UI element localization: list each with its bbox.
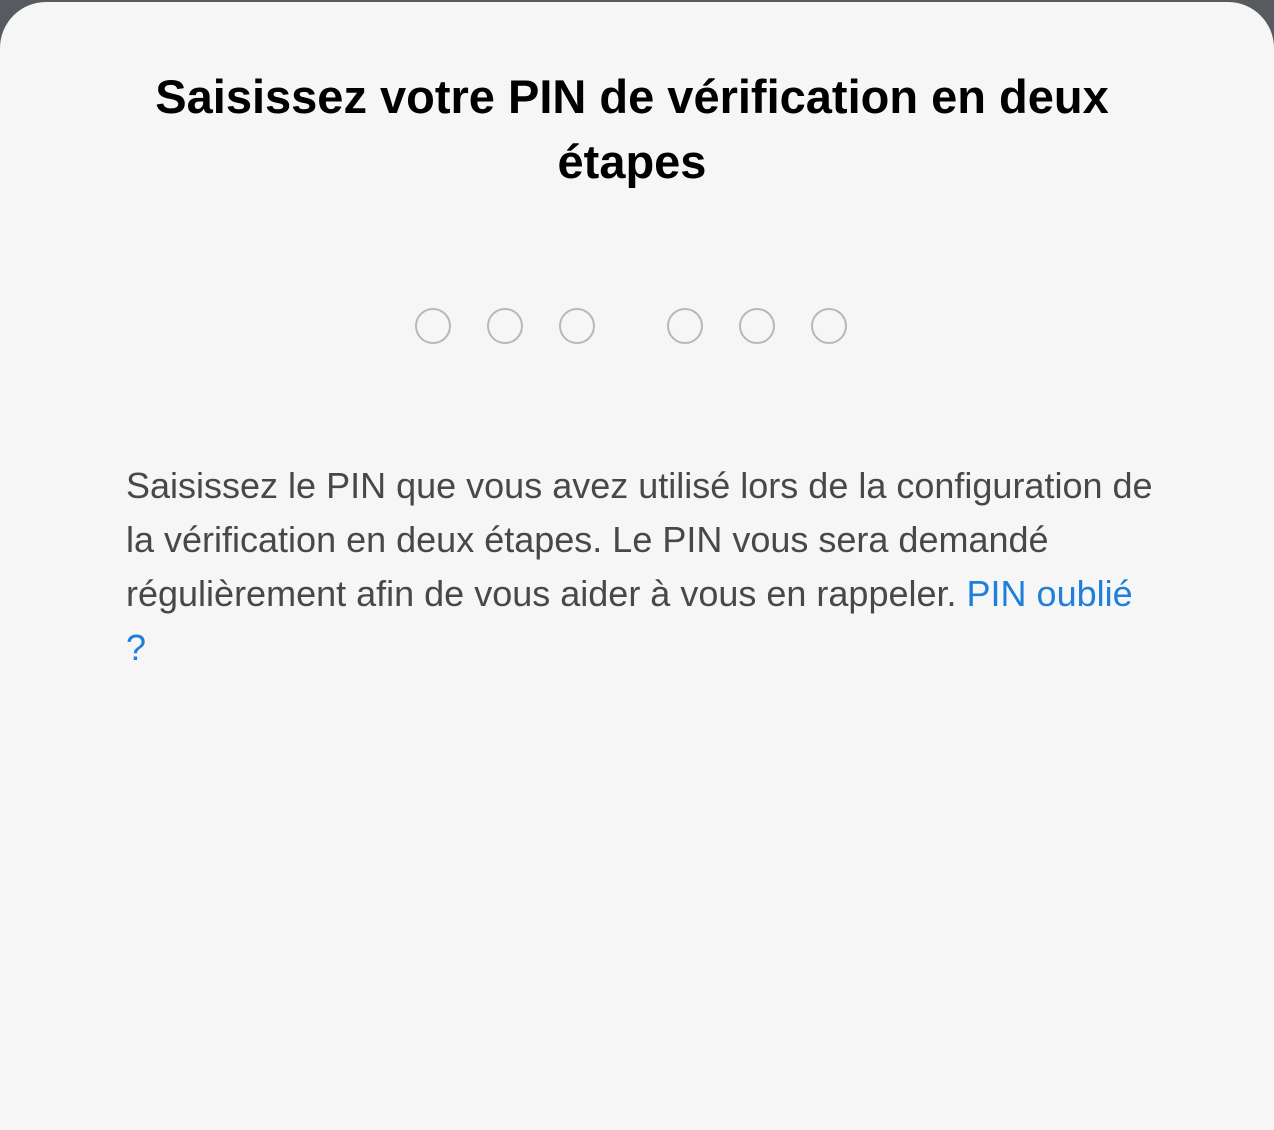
pin-input[interactable] [415,308,847,344]
pin-group-second [667,308,847,344]
page-title: Saisissez votre PIN de vérification en d… [155,70,1109,188]
pin-digit-2 [487,308,523,344]
instructions-text: Saisissez le PIN que vous avez utilisé l… [126,459,1156,675]
pin-digit-3 [559,308,595,344]
pin-digit-6 [811,308,847,344]
pin-digit-5 [739,308,775,344]
pin-group-first [415,308,595,344]
pin-digit-4 [667,308,703,344]
pin-digit-1 [415,308,451,344]
pin-entry-sheet: Saisissez votre PIN de vérification en d… [0,2,1274,1130]
